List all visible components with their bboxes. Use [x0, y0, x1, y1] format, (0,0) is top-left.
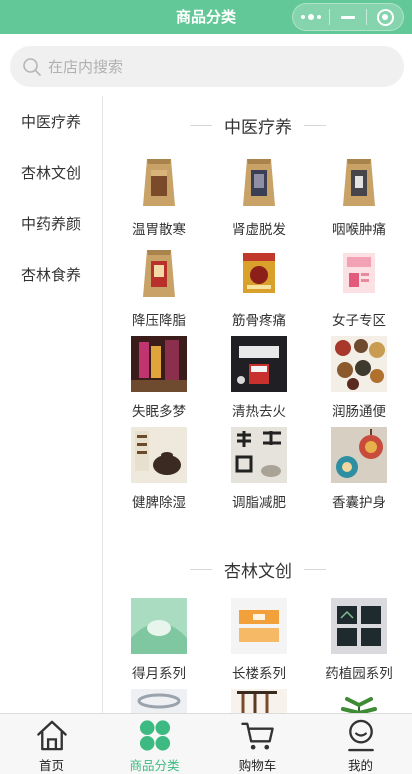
subcategory-item[interactable]: 筋骨疼痛 — [209, 245, 309, 336]
section-header: 中医疗养 — [104, 96, 412, 154]
tab-profile[interactable]: 我的 — [309, 714, 412, 774]
subcategory-label: 健脾除湿 — [132, 495, 186, 511]
section-title: 杏林文创 — [224, 561, 292, 582]
sidebar-item-tcm-care[interactable]: 中医疗养 — [0, 97, 102, 148]
subcategory-item[interactable]: 温胃散寒 — [109, 154, 209, 245]
user-icon — [347, 719, 374, 752]
search-bar[interactable] — [10, 46, 404, 87]
subcategory-item[interactable]: 长楼系列 — [209, 598, 309, 689]
tab-label: 商品分类 — [129, 758, 180, 773]
subcategory-label: 肾虚脱发 — [232, 222, 286, 238]
category-grid-icon — [139, 720, 170, 751]
subcategory-item[interactable]: 药植园系列 — [309, 598, 409, 689]
divider-line — [304, 124, 326, 126]
subcategory-item[interactable]: 调脂减肥 — [209, 427, 309, 518]
divider-line — [190, 124, 212, 126]
divider-line — [304, 568, 326, 570]
bottom-tab-bar: 首页 商品分类 购物车 我的 — [0, 713, 412, 774]
subcategory-label: 女子专区 — [332, 313, 386, 329]
close-mini-program-button[interactable] — [367, 4, 403, 30]
herbal-tea-bag-icon — [131, 245, 187, 301]
subcategory-item[interactable]: 咽喉肿痛 — [309, 154, 409, 245]
dried-herbs-photo-icon — [331, 336, 387, 392]
tea-product-photo-icon — [231, 336, 287, 392]
tab-cart[interactable]: 购物车 — [206, 714, 309, 774]
herbal-tea-bag-icon — [131, 154, 187, 210]
tab-label: 购物车 — [238, 758, 277, 773]
subcategory-label: 咽喉肿痛 — [332, 222, 386, 238]
subcategory-label: 失眠多梦 — [132, 404, 186, 420]
sidebar-item-food-therapy[interactable]: 杏林食养 — [0, 250, 102, 301]
subcategory-grid: 得月系列 长楼系列 药植园系列 — [104, 598, 412, 713]
subcategory-item[interactable]: 得月系列 — [109, 598, 209, 689]
subcategory-label: 润肠通便 — [332, 404, 386, 420]
subcategory-item[interactable] — [309, 689, 409, 713]
subcategory-item[interactable]: 肾虚脱发 — [209, 154, 309, 245]
subcategory-item[interactable]: 润肠通便 — [309, 336, 409, 427]
subcategory-item[interactable] — [109, 689, 209, 713]
green-plant-icon — [331, 689, 387, 713]
dark-cards-icon — [331, 598, 387, 654]
sachet-photo-icon — [331, 427, 387, 483]
tab-home[interactable]: 首页 — [0, 714, 103, 774]
subcategory-item[interactable]: 香囊护身 — [309, 427, 409, 518]
teapot-photo-icon — [131, 427, 187, 483]
bracelet-photo-icon — [131, 689, 187, 713]
subcategory-label: 得月系列 — [132, 666, 186, 682]
mini-program-capsule — [292, 3, 404, 31]
app-screen: 商品分类 中医疗养 杏林文创 中药养颜 杏林 — [0, 0, 412, 774]
subcategory-label: 调脂减肥 — [232, 495, 286, 511]
category-content: 中医疗养 温胃散寒 肾虚脱发 咽喉肿痛 降压降脂 筋骨疼痛 女子专区 失眠多梦 … — [104, 96, 412, 713]
subcategory-item[interactable] — [209, 689, 309, 713]
category-sidebar: 中医疗养 杏林文创 中药养颜 杏林食养 — [0, 96, 103, 713]
navigation-bar: 商品分类 — [0, 0, 412, 34]
subcategory-item[interactable]: 失眠多梦 — [109, 336, 209, 427]
divider-line — [190, 568, 212, 570]
minimize-icon — [341, 15, 355, 19]
tab-label: 我的 — [347, 758, 373, 773]
subcategory-label: 清热去火 — [232, 404, 286, 420]
minimize-button[interactable] — [330, 4, 366, 30]
incense-photo-icon — [131, 336, 187, 392]
subcategory-label: 长楼系列 — [232, 666, 286, 682]
section-header: 杏林文创 — [104, 540, 412, 598]
sidebar-item-herbal-beauty[interactable]: 中药养颜 — [0, 199, 102, 250]
search-input[interactable] — [48, 57, 348, 76]
home-icon — [36, 720, 67, 751]
green-artwork-icon — [131, 598, 187, 654]
subcategory-item[interactable]: 清热去火 — [209, 336, 309, 427]
herbal-tea-bag-icon — [231, 154, 287, 210]
tab-categories[interactable]: 商品分类 — [103, 714, 206, 774]
search-area — [0, 34, 412, 96]
calligraphy-photo-icon — [231, 427, 287, 483]
cart-icon — [240, 722, 274, 750]
more-button[interactable] — [293, 4, 329, 30]
subcategory-label: 香囊护身 — [332, 495, 386, 511]
subcategory-item[interactable]: 女子专区 — [309, 245, 409, 336]
subcategory-item[interactable]: 健脾除湿 — [109, 427, 209, 518]
tab-label: 首页 — [38, 758, 64, 773]
subcategory-label: 筋骨疼痛 — [232, 313, 286, 329]
subcategory-label: 药植园系列 — [325, 666, 393, 682]
subcategory-label: 温胃散寒 — [132, 222, 186, 238]
medicine-box-icon — [231, 245, 287, 301]
subcategory-item[interactable]: 降压降脂 — [109, 245, 209, 336]
herbal-tea-bag-icon — [331, 154, 387, 210]
close-target-icon — [376, 8, 394, 26]
subcategory-label: 降压降脂 — [132, 313, 186, 329]
pink-box-icon — [331, 245, 387, 301]
more-dots-icon — [301, 14, 321, 20]
brush-photo-icon — [231, 689, 287, 713]
search-icon — [23, 57, 41, 76]
sidebar-item-cultural-creations[interactable]: 杏林文创 — [0, 148, 102, 199]
orange-gift-box-icon — [231, 598, 287, 654]
section-title: 中医疗养 — [224, 117, 292, 138]
subcategory-grid: 温胃散寒 肾虚脱发 咽喉肿痛 降压降脂 筋骨疼痛 女子专区 失眠多梦 清热去火 … — [104, 154, 412, 518]
